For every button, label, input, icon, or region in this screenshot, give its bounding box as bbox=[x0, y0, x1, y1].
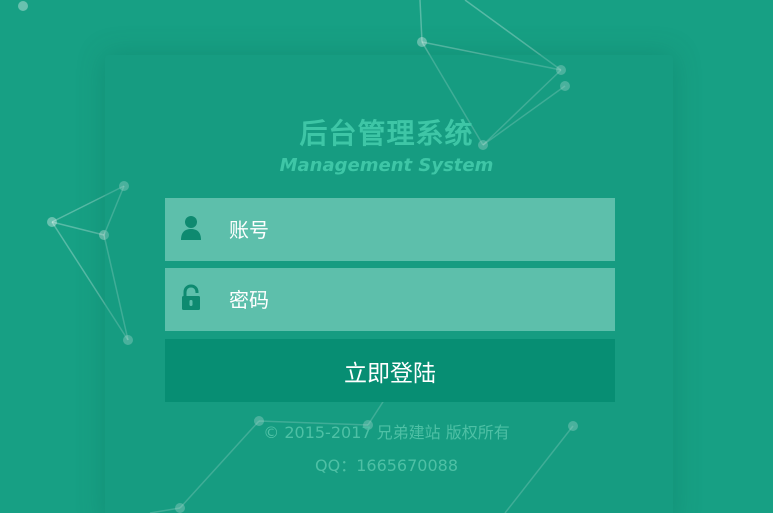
account-field[interactable] bbox=[165, 198, 615, 261]
login-button[interactable]: 立即登陆 bbox=[165, 339, 615, 402]
account-input[interactable] bbox=[229, 198, 599, 261]
qq-number: 1665670088 bbox=[356, 456, 458, 475]
page-subtitle: Management System bbox=[279, 155, 494, 176]
user-icon bbox=[181, 216, 201, 240]
password-input[interactable] bbox=[229, 268, 599, 331]
lock-icon bbox=[182, 284, 200, 310]
copyright-text: © 2015-2017 兄弟建站 版权所有 bbox=[263, 423, 510, 442]
qq-contact: QQ：1665670088 bbox=[0, 452, 773, 476]
page-title: 后台管理系统 bbox=[299, 117, 474, 150]
qq-label: QQ： bbox=[315, 456, 357, 475]
password-field[interactable] bbox=[165, 268, 615, 331]
